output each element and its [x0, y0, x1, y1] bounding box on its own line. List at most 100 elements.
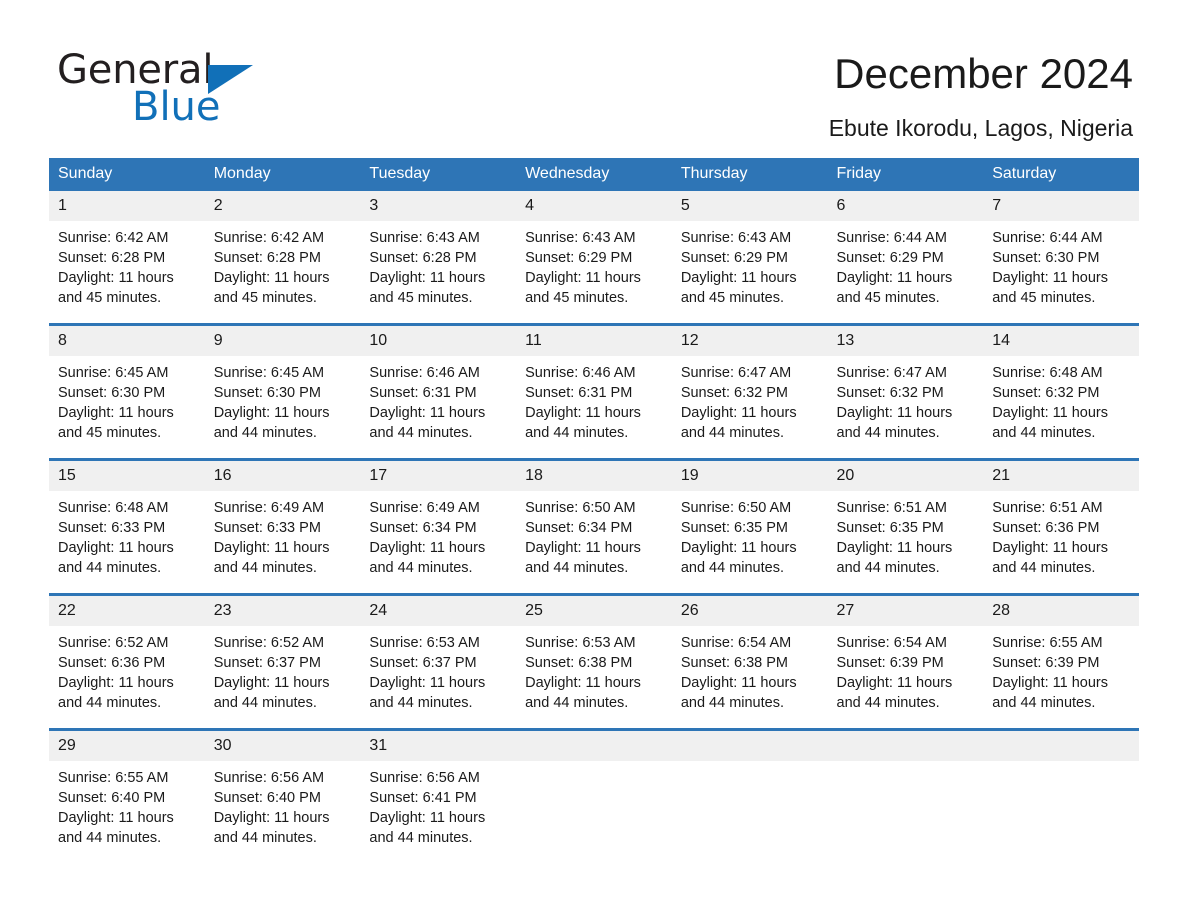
daylight-text: Daylight: 11 hours and 44 minutes. [992, 540, 1109, 576]
day-info: Sunrise: 6:48 AM Sunset: 6:33 PM Dayligh… [49, 491, 205, 578]
sunrise-text: Sunrise: 6:54 AM [680, 635, 792, 651]
day-cell[interactable]: 27 Sunrise: 6:54 AM Sunset: 6:39 PM Dayl… [827, 596, 984, 728]
day-cell[interactable]: 30 Sunrise: 6:56 AM Sunset: 6:40 PM Dayl… [204, 731, 361, 863]
day-cell[interactable]: 19 Sunrise: 6:50 AM Sunset: 6:35 PM Dayl… [671, 461, 828, 593]
day-number: 12 [671, 326, 828, 356]
day-cell[interactable]: 21 Sunrise: 6:51 AM Sunset: 6:36 PM Dayl… [983, 461, 1139, 593]
sunrise-text: Sunrise: 6:52 AM [58, 635, 169, 651]
sunset-text: Sunset: 6:29 PM [836, 250, 944, 266]
day-cell[interactable]: 20 Sunrise: 6:51 AM Sunset: 6:35 PM Dayl… [827, 461, 984, 593]
day-cell[interactable]: 17 Sunrise: 6:49 AM Sunset: 6:34 PM Dayl… [360, 461, 517, 593]
day-info: Sunrise: 6:51 AM Sunset: 6:35 PM Dayligh… [828, 491, 984, 578]
day-cell[interactable]: 14 Sunrise: 6:48 AM Sunset: 6:32 PM Dayl… [983, 326, 1139, 458]
sunrise-text: Sunrise: 6:53 AM [369, 635, 480, 651]
daylight-text: Daylight: 11 hours and 45 minutes. [992, 270, 1109, 306]
sunset-text: Sunset: 6:39 PM [836, 655, 944, 671]
day-info: Sunrise: 6:50 AM Sunset: 6:35 PM Dayligh… [672, 491, 828, 578]
day-cell[interactable]: 25 Sunrise: 6:53 AM Sunset: 6:38 PM Dayl… [516, 596, 672, 728]
sunrise-text: Sunrise: 6:48 AM [992, 365, 1103, 381]
sunset-text: Sunset: 6:29 PM [525, 250, 633, 266]
day-cell[interactable]: 8 Sunrise: 6:45 AM Sunset: 6:30 PM Dayli… [49, 326, 205, 458]
day-number: 15 [49, 461, 205, 491]
day-info: Sunrise: 6:45 AM Sunset: 6:30 PM Dayligh… [49, 356, 205, 443]
day-cell[interactable]: 6 Sunrise: 6:44 AM Sunset: 6:29 PM Dayli… [827, 191, 984, 323]
sunrise-text: Sunrise: 6:56 AM [369, 770, 480, 786]
day-cell-empty [671, 731, 828, 863]
day-number: 4 [516, 191, 672, 221]
daylight-text: Daylight: 11 hours and 44 minutes. [58, 675, 174, 711]
day-info: Sunrise: 6:48 AM Sunset: 6:32 PM Dayligh… [983, 356, 1139, 443]
sunrise-text: Sunrise: 6:46 AM [525, 365, 636, 381]
sunrise-text: Sunrise: 6:42 AM [58, 230, 169, 246]
sunset-text: Sunset: 6:38 PM [525, 655, 633, 671]
day-cell[interactable]: 28 Sunrise: 6:55 AM Sunset: 6:39 PM Dayl… [983, 596, 1139, 728]
daylight-text: Daylight: 11 hours and 44 minutes. [213, 405, 330, 441]
day-cell[interactable]: 2 Sunrise: 6:42 AM Sunset: 6:28 PM Dayli… [204, 191, 361, 323]
sunrise-text: Sunrise: 6:43 AM [525, 230, 636, 246]
day-number: 16 [204, 461, 361, 491]
day-cell-empty [827, 731, 984, 863]
day-number [983, 731, 1139, 761]
day-cell[interactable]: 9 Sunrise: 6:45 AM Sunset: 6:30 PM Dayli… [204, 326, 361, 458]
daylight-text: Daylight: 11 hours and 45 minutes. [836, 270, 953, 306]
day-cell[interactable]: 16 Sunrise: 6:49 AM Sunset: 6:33 PM Dayl… [204, 461, 361, 593]
day-cell[interactable]: 18 Sunrise: 6:50 AM Sunset: 6:34 PM Dayl… [516, 461, 672, 593]
sunrise-text: Sunrise: 6:44 AM [836, 230, 947, 246]
day-info: Sunrise: 6:47 AM Sunset: 6:32 PM Dayligh… [672, 356, 828, 443]
day-cell[interactable]: 15 Sunrise: 6:48 AM Sunset: 6:33 PM Dayl… [49, 461, 205, 593]
daylight-text: Daylight: 11 hours and 44 minutes. [525, 540, 641, 576]
daylight-text: Daylight: 11 hours and 44 minutes. [525, 675, 641, 711]
day-info: Sunrise: 6:46 AM Sunset: 6:31 PM Dayligh… [360, 356, 516, 443]
day-cell[interactable]: 26 Sunrise: 6:54 AM Sunset: 6:38 PM Dayl… [671, 596, 828, 728]
week-row: 29 Sunrise: 6:55 AM Sunset: 6:40 PM Dayl… [49, 728, 1139, 863]
day-cell[interactable]: 10 Sunrise: 6:46 AM Sunset: 6:31 PM Dayl… [360, 326, 517, 458]
generalblue-logo[interactable]: General Blue [57, 50, 387, 130]
day-cell[interactable]: 7 Sunrise: 6:44 AM Sunset: 6:30 PM Dayli… [983, 191, 1139, 323]
day-info: Sunrise: 6:56 AM Sunset: 6:41 PM Dayligh… [360, 761, 516, 848]
day-cell[interactable]: 4 Sunrise: 6:43 AM Sunset: 6:29 PM Dayli… [516, 191, 672, 323]
calendar-table: Sunday Monday Tuesday Wednesday Thursday… [49, 158, 1139, 863]
day-cell[interactable]: 12 Sunrise: 6:47 AM Sunset: 6:32 PM Dayl… [671, 326, 828, 458]
week-row: 15 Sunrise: 6:48 AM Sunset: 6:33 PM Dayl… [49, 458, 1139, 595]
daylight-text: Daylight: 11 hours and 45 minutes. [58, 405, 174, 441]
day-number: 23 [204, 596, 361, 626]
daylight-text: Daylight: 11 hours and 44 minutes. [836, 405, 953, 441]
weekday-header-thursday: Thursday [671, 158, 828, 191]
sunset-text: Sunset: 6:41 PM [369, 790, 477, 806]
sunset-text: Sunset: 6:33 PM [58, 520, 166, 536]
day-cell[interactable]: 31 Sunrise: 6:56 AM Sunset: 6:41 PM Dayl… [360, 731, 517, 863]
day-number: 29 [49, 731, 205, 761]
day-cell[interactable]: 5 Sunrise: 6:43 AM Sunset: 6:29 PM Dayli… [671, 191, 828, 323]
daylight-text: Daylight: 11 hours and 45 minutes. [58, 270, 174, 306]
sunrise-text: Sunrise: 6:48 AM [58, 500, 169, 516]
daylight-text: Daylight: 11 hours and 44 minutes. [369, 405, 486, 441]
daylight-text: Daylight: 11 hours and 44 minutes. [992, 675, 1109, 711]
sunset-text: Sunset: 6:33 PM [213, 520, 321, 536]
daylight-text: Daylight: 11 hours and 45 minutes. [680, 270, 797, 306]
day-number: 20 [827, 461, 984, 491]
logo-text-blue: Blue [132, 84, 221, 130]
day-cell[interactable]: 23 Sunrise: 6:52 AM Sunset: 6:37 PM Dayl… [204, 596, 361, 728]
day-number: 31 [360, 731, 517, 761]
sunrise-text: Sunrise: 6:55 AM [58, 770, 169, 786]
day-cell[interactable]: 22 Sunrise: 6:52 AM Sunset: 6:36 PM Dayl… [49, 596, 205, 728]
day-cell[interactable]: 29 Sunrise: 6:55 AM Sunset: 6:40 PM Dayl… [49, 731, 205, 863]
day-number: 1 [49, 191, 205, 221]
day-info: Sunrise: 6:51 AM Sunset: 6:36 PM Dayligh… [983, 491, 1139, 578]
day-cell[interactable]: 3 Sunrise: 6:43 AM Sunset: 6:28 PM Dayli… [360, 191, 517, 323]
day-number: 7 [983, 191, 1139, 221]
day-number: 22 [49, 596, 205, 626]
calendar-grid: Sunday Monday Tuesday Wednesday Thursday… [49, 158, 1139, 863]
sunrise-text: Sunrise: 6:42 AM [213, 230, 325, 246]
day-cell[interactable]: 24 Sunrise: 6:53 AM Sunset: 6:37 PM Dayl… [360, 596, 517, 728]
day-cell[interactable]: 11 Sunrise: 6:46 AM Sunset: 6:31 PM Dayl… [516, 326, 672, 458]
sunrise-text: Sunrise: 6:53 AM [525, 635, 636, 651]
day-info: Sunrise: 6:46 AM Sunset: 6:31 PM Dayligh… [516, 356, 672, 443]
day-number: 28 [983, 596, 1139, 626]
daylight-text: Daylight: 11 hours and 44 minutes. [992, 405, 1109, 441]
day-cell[interactable]: 1 Sunrise: 6:42 AM Sunset: 6:28 PM Dayli… [49, 191, 205, 323]
day-info: Sunrise: 6:54 AM Sunset: 6:38 PM Dayligh… [672, 626, 828, 713]
day-info: Sunrise: 6:53 AM Sunset: 6:38 PM Dayligh… [516, 626, 672, 713]
page-header: General Blue December 2024 Ebute Ikorodu… [0, 0, 1188, 158]
day-cell[interactable]: 13 Sunrise: 6:47 AM Sunset: 6:32 PM Dayl… [827, 326, 984, 458]
